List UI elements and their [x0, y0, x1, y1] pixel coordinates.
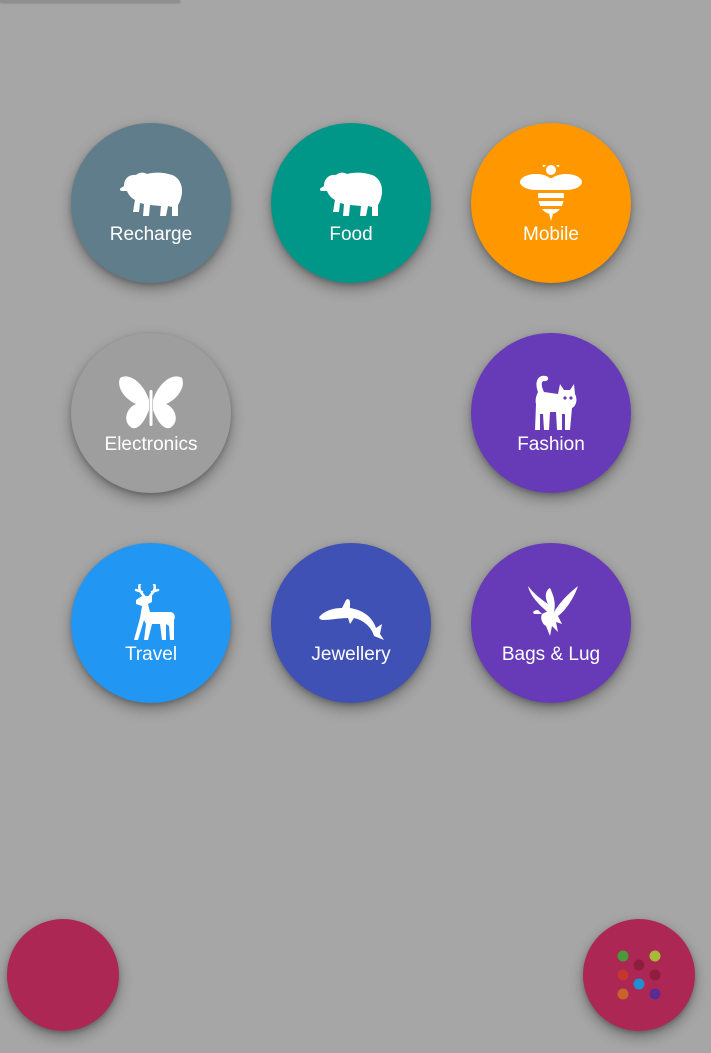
menu-item-label: Mobile [523, 224, 579, 245]
menu-item-fashion[interactable]: Fashion [471, 333, 631, 493]
menu-toggle-button[interactable] [583, 919, 695, 1031]
cat-icon [516, 374, 586, 432]
polar-bear-icon [316, 164, 386, 222]
menu-item-label: Recharge [109, 224, 193, 245]
menu-item-label: Bags & Lug [501, 644, 601, 665]
butterfly-icon [116, 374, 186, 432]
top-bar-shadow [0, 0, 180, 2]
menu-item-recharge[interactable]: Recharge [71, 123, 231, 283]
left-fab-button[interactable] [7, 919, 119, 1031]
deer-icon [116, 584, 186, 642]
menu-item-electronics[interactable]: Electronics [71, 333, 231, 493]
menu-item-travel[interactable]: Travel [71, 543, 231, 703]
menu-item-bags-luggage[interactable]: Bags & Lug [471, 543, 631, 703]
menu-item-label: Travel [124, 644, 178, 665]
bee-icon [516, 164, 586, 222]
dots-grid-icon [617, 950, 661, 1000]
menu-item-mobile[interactable]: Mobile [471, 123, 631, 283]
menu-item-label: Electronics [104, 434, 198, 455]
menu-item-food[interactable]: Food [271, 123, 431, 283]
menu-item-jewellery[interactable]: Jewellery [271, 543, 431, 703]
menu-item-label: Food [329, 224, 373, 245]
polar-bear-icon [116, 164, 186, 222]
menu-item-label: Jewellery [311, 644, 391, 665]
eagle-icon [516, 584, 586, 642]
menu-item-label: Fashion [517, 434, 585, 455]
dolphin-icon [316, 584, 386, 642]
